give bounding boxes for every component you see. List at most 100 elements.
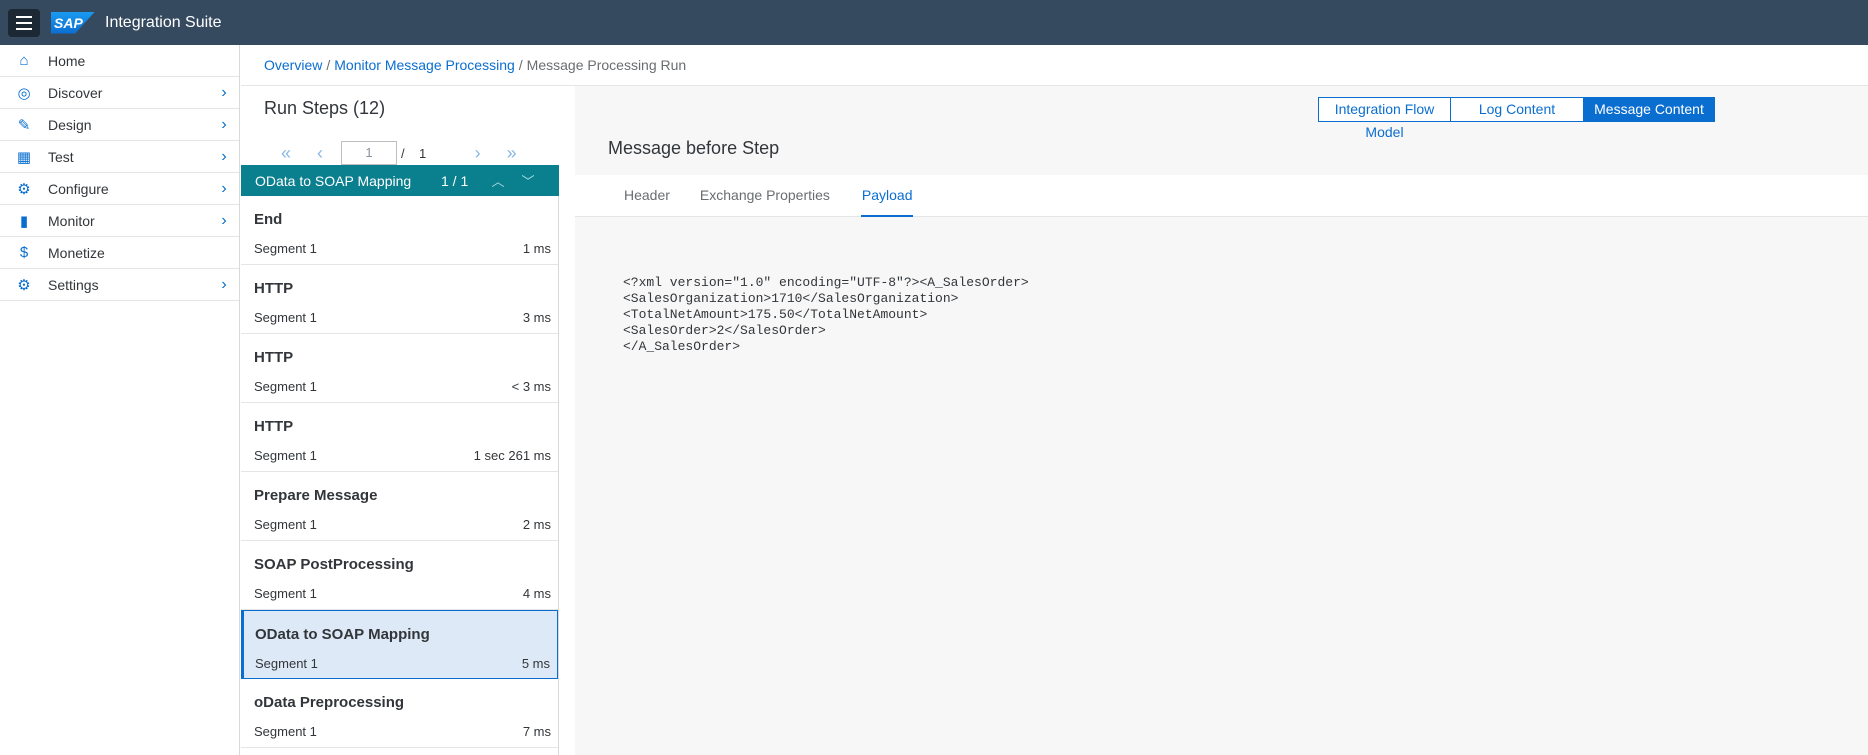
first-page-icon[interactable]: « xyxy=(271,143,301,164)
next-page-icon[interactable]: › xyxy=(463,143,493,164)
step-item[interactable]: HTTP Segment 1 3 ms xyxy=(241,265,558,334)
step-duration: 3 ms xyxy=(522,310,551,325)
group-name: OData to SOAP Mapping xyxy=(255,172,412,189)
breadcrumb-separator: / xyxy=(326,57,331,73)
message-title: Message before Step xyxy=(608,138,780,158)
step-item[interactable]: SOAP PostProcessing Segment 1 4 ms xyxy=(241,541,558,610)
step-duration: 1 ms xyxy=(522,241,551,256)
step-name: Prepare Message xyxy=(254,487,378,504)
message-content-area: Integration Flow Model Log Content Messa… xyxy=(575,86,1868,755)
step-name: oData Preprocessing xyxy=(254,694,405,711)
step-item[interactable]: HTTP Segment 1 < 3 ms xyxy=(241,334,558,403)
sidebar-item-monitor[interactable]: ▮ Monitor › xyxy=(0,205,239,237)
chevron-down-icon[interactable]: ﹀ xyxy=(513,171,543,190)
pager: « ‹ 1 / 1 › » xyxy=(241,138,559,168)
step-duration: 5 ms xyxy=(521,656,550,671)
step-name: HTTP xyxy=(254,349,294,366)
step-segment: Segment 1 xyxy=(254,379,317,394)
step-name: HTTP xyxy=(254,418,294,435)
sap-logo: SAP xyxy=(51,11,95,34)
step-name: End xyxy=(254,211,283,228)
bar-chart-icon: ▮ xyxy=(19,212,29,230)
hamburger-menu-button[interactable] xyxy=(8,8,40,37)
chevron-right-icon: › xyxy=(221,179,227,197)
shell-bar: SAP Integration Suite xyxy=(0,0,1868,45)
step-segment: Segment 1 xyxy=(254,517,317,532)
calculator-icon: ▦ xyxy=(16,148,32,166)
sidebar-item-home[interactable]: ⌂ Home xyxy=(0,45,239,77)
chevron-right-icon: › xyxy=(221,211,227,229)
step-segment: Segment 1 xyxy=(254,448,317,463)
step-duration: 7 ms xyxy=(522,724,551,739)
breadcrumb: Overview / Monitor Message Processing / … xyxy=(241,45,1868,86)
step-item[interactable]: HTTP Segment 1 1 sec 261 ms xyxy=(241,403,558,472)
sidebar-item-label: Settings xyxy=(48,276,99,293)
step-segment: Segment 1 xyxy=(254,241,317,256)
gear-icon: ⚙ xyxy=(17,276,31,294)
page-input[interactable]: 1 xyxy=(341,141,397,165)
sidebar-item-design[interactable]: ✎ Design › xyxy=(0,109,239,141)
step-name: HTTP xyxy=(254,280,294,297)
tab-header[interactable]: Header xyxy=(623,175,671,217)
tab-exchange-properties[interactable]: Exchange Properties xyxy=(699,175,831,217)
last-page-icon[interactable]: » xyxy=(497,143,527,164)
view-switcher: Integration Flow Model Log Content Messa… xyxy=(1318,97,1715,140)
step-group-header[interactable]: OData to SOAP Mapping 1 / 1 ︿ ﹀ xyxy=(241,165,559,196)
sidebar-item-label: Monitor xyxy=(48,212,95,229)
pager-total: 1 xyxy=(419,145,427,161)
step-segment: Segment 1 xyxy=(254,724,317,739)
payload-text: <?xml version="1.0" encoding="UTF-8"?><A… xyxy=(623,275,1029,354)
sidebar-item-test[interactable]: ▦ Test › xyxy=(0,141,239,173)
breadcrumb-separator: / xyxy=(518,57,523,73)
previous-page-icon[interactable]: ‹ xyxy=(305,143,335,164)
step-segment: Segment 1 xyxy=(254,586,317,601)
step-duration: 2 ms xyxy=(522,517,551,532)
step-item[interactable]: End Segment 1 1 ms xyxy=(241,196,558,265)
step-segment: Segment 1 xyxy=(254,310,317,325)
step-item[interactable]: OData to SOAP Mapping Segment 1 5 ms xyxy=(241,610,558,679)
sidebar-item-monetize[interactable]: $ Monetize xyxy=(0,237,239,269)
integration-flow-model-button[interactable]: Integration Flow Model xyxy=(1318,97,1451,140)
message-content-button[interactable]: Message Content xyxy=(1584,97,1715,122)
chevron-right-icon: › xyxy=(221,83,227,101)
step-segment: Segment 1 xyxy=(255,656,318,671)
step-name: SOAP PostProcessing xyxy=(254,556,414,573)
run-steps-title: Run Steps (12) xyxy=(264,98,386,118)
run-steps-panel: Run Steps (12) « ‹ 1 / 1 › » OData to SO… xyxy=(241,86,559,755)
breadcrumb-monitor-link[interactable]: Monitor Message Processing xyxy=(334,57,515,73)
tab-payload[interactable]: Payload xyxy=(860,175,914,217)
home-icon: ⌂ xyxy=(19,52,29,69)
step-name: OData to SOAP Mapping xyxy=(255,626,430,643)
dollar-icon: $ xyxy=(19,244,29,261)
breadcrumb-current: Message Processing Run xyxy=(526,57,687,73)
tab-bar: Header Exchange Properties Payload xyxy=(575,175,1868,217)
sidebar-item-label: Configure xyxy=(48,180,109,197)
step-list: End Segment 1 1 ms HTTP Segment 1 3 ms HTTP Seg… xyxy=(241,196,559,755)
sidebar-item-label: Test xyxy=(48,148,74,165)
log-content-button[interactable]: Log Content xyxy=(1451,97,1584,122)
pencil-icon: ✎ xyxy=(17,116,31,134)
step-item[interactable]: oData Preprocessing Segment 1 7 ms xyxy=(241,679,558,748)
pager-slash: / xyxy=(401,145,405,161)
group-count: 1 / 1 xyxy=(441,172,469,189)
app-title: Integration Suite xyxy=(105,13,222,31)
sidebar-item-label: Monetize xyxy=(48,244,105,261)
chevron-right-icon: › xyxy=(221,147,227,165)
step-duration: < 3 ms xyxy=(511,379,551,394)
step-item[interactable]: Prepare Message Segment 1 2 ms xyxy=(241,472,558,541)
step-duration: 1 sec 261 ms xyxy=(473,448,551,463)
sidebar-item-label: Design xyxy=(48,116,92,133)
chevron-up-icon[interactable]: ︿ xyxy=(483,171,513,190)
compass-icon: ◎ xyxy=(17,84,31,102)
sidebar-item-label: Home xyxy=(48,52,86,69)
chevron-right-icon: › xyxy=(221,275,227,293)
sidebar-item-label: Discover xyxy=(48,84,103,101)
sliders-icon: ⚙ xyxy=(17,180,31,198)
sidebar-item-configure[interactable]: ⚙ Configure › xyxy=(0,173,239,205)
step-duration: 4 ms xyxy=(522,586,551,601)
chevron-right-icon: › xyxy=(221,115,227,133)
sidebar-item-settings[interactable]: ⚙ Settings › xyxy=(0,269,239,301)
side-navigation: ⌂ Home ◎ Discover › ✎ Design › ▦ Test › ⚙ Configure ›… xyxy=(0,45,240,755)
sidebar-item-discover[interactable]: ◎ Discover › xyxy=(0,77,239,109)
breadcrumb-overview-link[interactable]: Overview xyxy=(264,57,322,73)
